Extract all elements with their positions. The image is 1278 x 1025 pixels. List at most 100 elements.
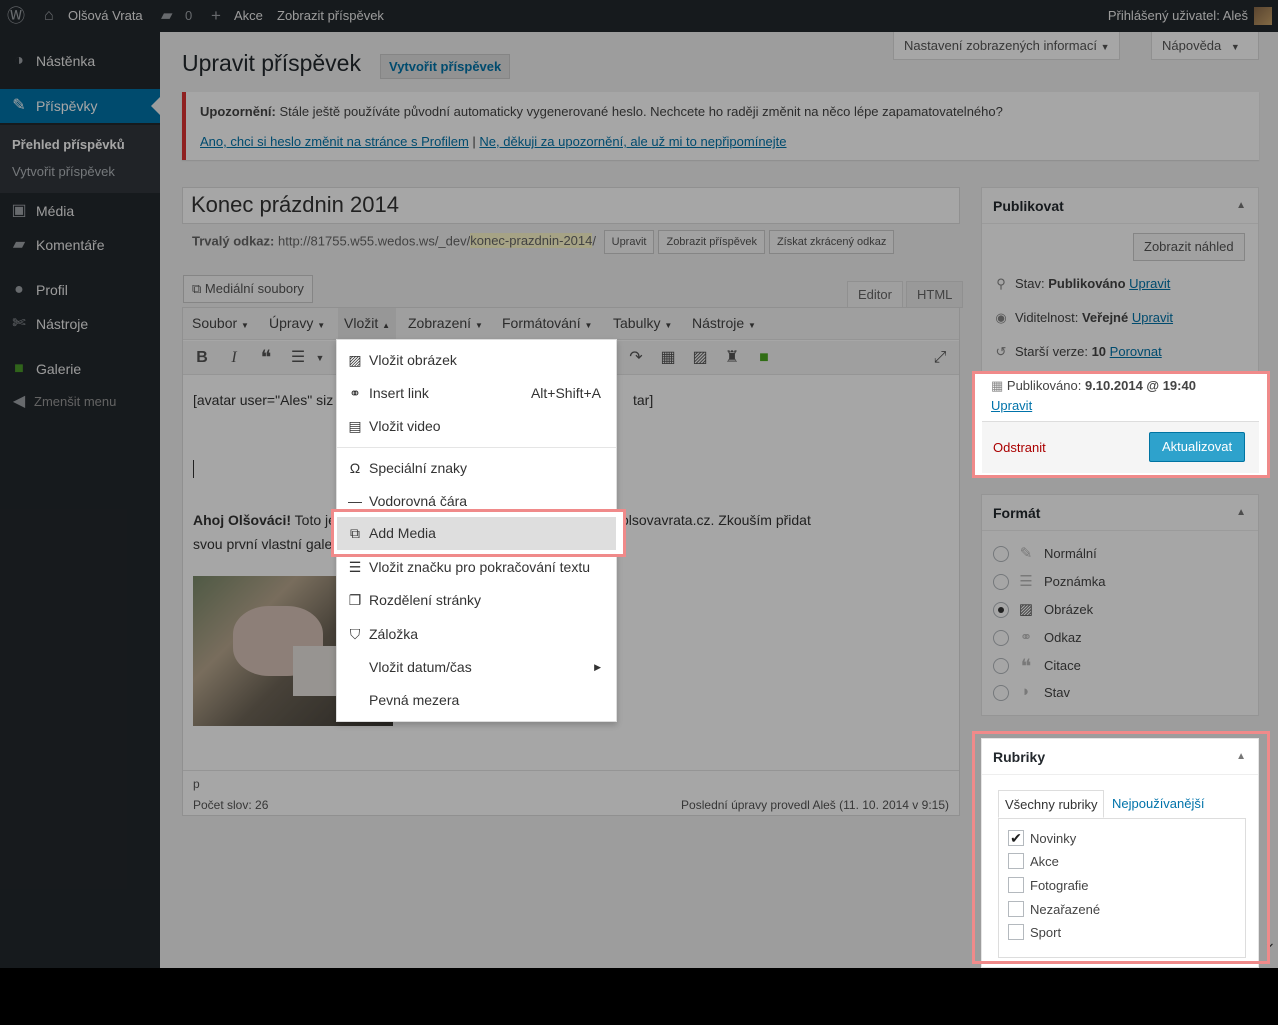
blockquote-icon[interactable]: ❝	[255, 348, 277, 368]
category-checkbox-nezarazene[interactable]	[1008, 901, 1024, 917]
fullscreen-icon[interactable]: ⤢	[929, 348, 951, 368]
permalink-slug[interactable]: konec-prazdnin-2014	[470, 233, 593, 249]
edit-visibility-link[interactable]: Upravit	[1132, 310, 1173, 325]
update-button[interactable]: Aktualizovat	[1149, 432, 1246, 462]
table-icon[interactable]: ▦	[657, 348, 679, 368]
italic-icon[interactable]: I	[223, 348, 245, 368]
bullet-list-icon[interactable]: ☰	[287, 348, 309, 368]
menu-item-insert-datetime[interactable]: Vložit datum/čas ▶	[337, 651, 616, 684]
menu-file[interactable]: Soubor ▼	[192, 308, 249, 340]
preview-button[interactable]: Zobrazit náhled	[1133, 233, 1245, 261]
sidebar-item-dashboard[interactable]: ◑ Nástěnka	[0, 44, 160, 78]
paragraph-text: Toto je	[291, 512, 336, 528]
submenu-new-post[interactable]: Vytvořit příspěvek	[12, 164, 115, 179]
spy-icon[interactable]: ♜	[721, 348, 743, 368]
user-greeting[interactable]: Přihlášený uživatel: Aleš	[1108, 0, 1248, 32]
format-radio-image[interactable]	[993, 602, 1009, 618]
category-checkbox-sport[interactable]	[1008, 924, 1024, 940]
comment-count[interactable]: 0	[185, 0, 192, 32]
home-icon[interactable]: ⌂	[44, 0, 54, 32]
menu-item-insert-image[interactable]: ▨ Vložit obrázek	[337, 344, 616, 377]
categories-header[interactable]: Rubriky ▲	[982, 739, 1258, 775]
user-icon: ●	[14, 281, 24, 298]
scroll-down-icon[interactable]: ⌄	[1264, 934, 1276, 951]
element-path[interactable]: p	[193, 777, 200, 791]
sidebar-item-media[interactable]: ▣ Média	[0, 194, 160, 228]
menu-item-add-media[interactable]: ⧉ Add Media	[337, 517, 616, 550]
help-button[interactable]: Nápověda ▼	[1151, 32, 1259, 60]
collapse-arrow-icon[interactable]: ▲	[1236, 188, 1246, 224]
redo-icon[interactable]: ↷	[625, 348, 647, 368]
edit-status-link[interactable]: Upravit	[1129, 276, 1170, 291]
sidebar-item-gallery[interactable]: ■ Galerie	[0, 352, 160, 386]
menu-item-insert-link[interactable]: ⚭ Insert link Alt+Shift+A	[337, 377, 616, 410]
menu-format[interactable]: Formátování ▼	[502, 308, 592, 340]
sidebar-item-label: Komentáře	[36, 237, 105, 253]
edit-permalink-button[interactable]: Upravit	[603, 230, 655, 254]
wordpress-logo-icon[interactable]: Ⓦ	[7, 0, 25, 32]
notice-text: Stále ještě používáte původní automatick…	[275, 104, 1003, 119]
chevron-right-icon: ▶	[594, 662, 601, 672]
view-post-button[interactable]: Zobrazit příspěvek	[658, 230, 765, 254]
menu-item-page-break[interactable]: ❐ Rozdělení stránky	[337, 584, 616, 617]
submenu-all-posts[interactable]: Přehled příspěvků	[12, 137, 125, 152]
change-password-link[interactable]: Ano, chci si heslo změnit na stránce s P…	[200, 134, 469, 149]
shortcode-line-end: tar]	[633, 392, 654, 408]
collapse-arrow-icon[interactable]: ▲	[1236, 739, 1246, 775]
menu-view[interactable]: Zobrazení ▼	[408, 308, 483, 340]
post-title-input[interactable]: Konec prázdnin 2014	[182, 187, 960, 224]
menu-table[interactable]: Tabulky ▼	[613, 308, 672, 340]
media-icon: ▣	[11, 202, 27, 219]
format-radio-standard[interactable]	[993, 546, 1009, 562]
format-radio-quote[interactable]	[993, 658, 1009, 674]
image-icon[interactable]: ▨	[689, 348, 711, 368]
category-checkbox-fotografie[interactable]	[1008, 877, 1024, 893]
new-link[interactable]: Akce	[234, 0, 263, 32]
delete-link[interactable]: Odstranit	[993, 440, 1046, 455]
category-checkbox-akce[interactable]	[1008, 853, 1024, 869]
menu-tools[interactable]: Nástroje ▼	[692, 308, 756, 340]
plus-icon[interactable]: +	[211, 0, 221, 32]
menu-insert[interactable]: Vložit ▲	[338, 308, 397, 340]
gallery-icon[interactable]: ■	[753, 348, 775, 368]
permalink-end: /	[592, 233, 596, 249]
tab-popular-categories[interactable]: Nejpoužívanější	[1106, 790, 1211, 818]
collapse-arrow-icon[interactable]: ▲	[1236, 495, 1246, 531]
collapse-menu[interactable]: ◀ Zmenšit menu	[0, 385, 160, 419]
category-checkbox-novinky[interactable]: ✔	[1008, 830, 1024, 846]
sidebar-item-posts[interactable]: ✎ Příspěvky	[0, 89, 160, 123]
dismiss-notice-link[interactable]: Ne, děkuji za upozornění, ale už mi to n…	[479, 134, 786, 149]
screen-options-button[interactable]: Nastavení zobrazených informací ▼	[893, 32, 1121, 60]
comment-icon[interactable]: ▰	[161, 0, 173, 32]
site-name-link[interactable]: Olšová Vrata	[68, 0, 143, 32]
tab-all-categories[interactable]: Všechny rubriky	[998, 790, 1105, 818]
get-shortlink-button[interactable]: Získat zkrácený odkaz	[768, 230, 895, 254]
omega-icon: Ω	[349, 460, 361, 476]
menu-item-anchor[interactable]: ⛉ Záložka	[337, 618, 616, 651]
tab-html[interactable]: HTML	[906, 281, 964, 308]
add-new-post-button[interactable]: Vytvořit příspěvek	[380, 54, 511, 79]
status-label: Stav:	[1015, 276, 1049, 291]
bold-icon[interactable]: B	[191, 348, 213, 368]
sidebar-item-profile[interactable]: ● Profil	[0, 273, 160, 307]
avatar[interactable]	[1254, 7, 1272, 25]
menu-item-special-chars[interactable]: Ω Speciální znaky	[337, 452, 616, 485]
format-radio-status[interactable]	[993, 685, 1009, 701]
add-media-button[interactable]: ⧉ Mediální soubory	[183, 275, 313, 303]
link-icon: ⚭	[1019, 629, 1033, 646]
edit-date-link[interactable]: Upravit	[991, 398, 1032, 413]
menu-item-nbsp[interactable]: Pevná mezera	[337, 684, 616, 717]
format-radio-link[interactable]	[993, 630, 1009, 646]
menu-item-insert-video[interactable]: ▤ Vložit video	[337, 410, 616, 443]
compare-revisions-link[interactable]: Porovnat	[1110, 344, 1162, 359]
view-post-link[interactable]: Zobrazit příspěvek	[277, 0, 384, 32]
format-header[interactable]: Formát ▲	[982, 495, 1258, 531]
tab-visual[interactable]: Editor	[847, 281, 903, 308]
chevron-down-icon: ▼	[584, 321, 593, 330]
menu-edit[interactable]: Úpravy ▼	[269, 308, 325, 340]
format-radio-aside[interactable]	[993, 574, 1009, 590]
sidebar-item-tools[interactable]: ✄ Nástroje	[0, 307, 160, 341]
chevron-down-icon[interactable]: ▼	[309, 348, 331, 368]
publish-header[interactable]: Publikovat ▲	[982, 188, 1258, 224]
sidebar-item-comments[interactable]: ▰ Komentáře	[0, 228, 160, 262]
